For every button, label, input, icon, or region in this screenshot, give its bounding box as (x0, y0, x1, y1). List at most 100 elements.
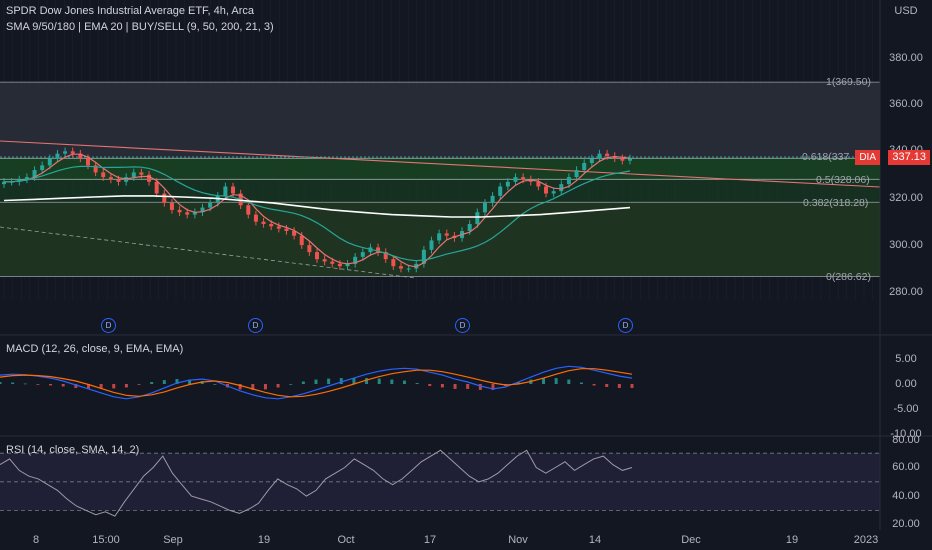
macd-histogram-bar (617, 384, 621, 388)
fib-level-0: 0(286.62) (826, 271, 871, 283)
time-tick: Sep (163, 534, 183, 546)
candle-body (47, 158, 52, 166)
macd-histogram-bar (605, 384, 609, 387)
fib-level-1: 1(369.50) (826, 76, 871, 88)
candle-body (55, 153, 60, 159)
time-tick: Nov (508, 534, 528, 546)
macd-histogram-bar (263, 384, 267, 390)
chart-canvas[interactable] (0, 0, 932, 550)
macd-histogram-bar (554, 378, 558, 384)
time-tick: 14 (588, 534, 602, 546)
candle-body (101, 172, 106, 178)
price-tick: 380.00 (889, 52, 923, 64)
macd-histogram-bar (377, 378, 381, 384)
candle-body (391, 259, 396, 267)
candle-body (40, 165, 45, 171)
candle-body (482, 202, 487, 213)
macd-histogram-bar (478, 384, 482, 390)
macd-histogram-bar (0, 382, 2, 384)
candle-body (70, 151, 75, 154)
candle-body (269, 223, 274, 227)
candle-body (467, 223, 472, 232)
indicator-legend[interactable]: SMA 9/50/180 | EMA 20 | BUY/SELL (9, 50,… (6, 21, 274, 33)
rsi-tick: 20.00 (892, 518, 920, 530)
macd-histogram-bar (402, 380, 406, 384)
macd-histogram-bar (339, 378, 343, 384)
macd-histogram-bar (36, 384, 40, 385)
rsi-title[interactable]: RSI (14, close, SMA, 14, 2) (6, 444, 139, 456)
macd-histogram-bar (301, 381, 305, 384)
macd-tick: 5.00 (895, 353, 917, 365)
macd-histogram-bar (61, 384, 65, 387)
macd-histogram-bar (23, 383, 27, 385)
candle-body (574, 170, 579, 178)
candle-body (406, 268, 411, 270)
last-price-tag: 337.13 (888, 150, 930, 165)
time-tick: Oct (337, 534, 355, 546)
dividend-marker[interactable]: D (618, 318, 633, 333)
candle-body (131, 172, 136, 178)
macd-tick: -5.00 (893, 403, 919, 415)
chart-title: SPDR Dow Jones Industrial Average ETF, 4… (6, 5, 255, 17)
macd-histogram-bar (289, 384, 293, 385)
candle-body (582, 163, 587, 171)
macd-histogram-bar (630, 384, 634, 388)
price-tick: 280.00 (889, 286, 923, 298)
macd-histogram-bar (567, 379, 571, 384)
candle-body (597, 153, 602, 159)
dividend-marker[interactable]: D (455, 318, 470, 333)
candle-body (566, 177, 571, 185)
macd-pane (0, 365, 634, 400)
macd-title[interactable]: MACD (12, 26, close, 9, EMA, EMA) (6, 343, 183, 355)
macd-histogram-bar (49, 384, 53, 386)
candle-body (276, 226, 281, 229)
time-tick: 15:00 (92, 534, 120, 546)
candle-body (169, 202, 174, 210)
macd-histogram-bar (428, 384, 432, 386)
candle-body (315, 252, 319, 260)
candle-body (360, 252, 365, 257)
candle-body (444, 233, 449, 236)
candle-body (162, 193, 167, 203)
candle-body (475, 212, 480, 224)
macd-histogram-bar (162, 380, 166, 384)
candle-body (337, 263, 342, 267)
time-tick: 8 (32, 534, 40, 546)
macd-tick: 0.00 (895, 378, 917, 390)
candle-body (246, 205, 251, 215)
macd-histogram-bar (150, 382, 154, 384)
macd-histogram-bar (137, 384, 141, 385)
candle-body (208, 202, 213, 208)
fib-level-0618: 0.618(337 (802, 151, 850, 163)
macd-histogram-bar (440, 384, 444, 388)
macd-histogram-bar (415, 383, 419, 384)
candle-body (63, 151, 68, 154)
candle-body (139, 172, 144, 175)
candle-body (544, 186, 549, 194)
macd-histogram-bar (11, 382, 15, 384)
candle-body (559, 184, 564, 192)
fib-level-05: 0.5(328.06) (816, 174, 870, 186)
fib-zone-05 (0, 179, 880, 203)
candle-body (605, 153, 610, 156)
candle-body (330, 261, 335, 264)
candle-body (551, 191, 556, 194)
macd-histogram-bar (124, 384, 128, 388)
candle-body (253, 214, 258, 222)
candle-body (505, 181, 510, 187)
rsi-pane (0, 449, 880, 517)
fib-zone-upper (0, 82, 880, 159)
macd-histogram-bar (213, 384, 217, 385)
candle-body (437, 233, 442, 241)
rsi-tick: 40.00 (892, 490, 920, 502)
candle-body (85, 158, 90, 166)
macd-histogram-bar (579, 382, 583, 384)
candle-body (620, 158, 625, 161)
candle-body (589, 158, 594, 164)
macd-histogram-bar (453, 384, 457, 389)
dividend-marker[interactable]: D (101, 318, 116, 333)
macd-histogram-bar (592, 384, 596, 386)
dividend-marker[interactable]: D (248, 318, 263, 333)
candle-body (299, 235, 304, 246)
candle-body (498, 186, 503, 196)
